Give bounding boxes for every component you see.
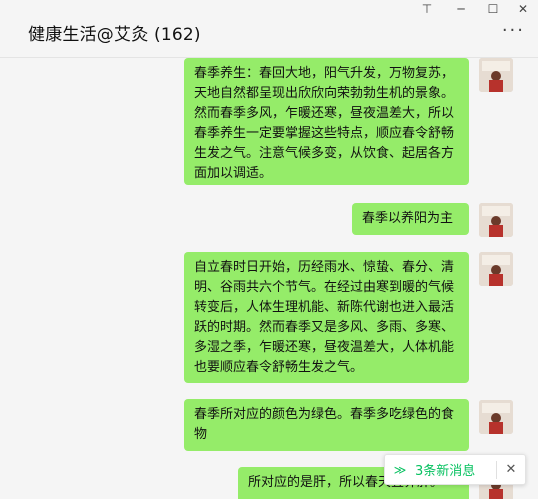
double-chevron-down-icon: ≫: [393, 462, 407, 477]
message-bubble[interactable]: 春季以养阳为主: [352, 203, 469, 235]
avatar[interactable]: [479, 252, 513, 286]
avatar[interactable]: [479, 58, 513, 92]
close-icon[interactable]: ✕: [508, 0, 538, 18]
pin-icon[interactable]: ⊤: [412, 0, 442, 18]
avatar[interactable]: [479, 400, 513, 434]
chat-title: 健康生活@艾灸 (162): [28, 25, 201, 45]
message-bubble[interactable]: 自立春时日开始，历经雨水、惊蛰、春分、清明、谷雨共六个节气。在经过由寒到暖的气候…: [184, 252, 469, 383]
message-bubble[interactable]: 春季养生：春回大地，阳气升发，万物复苏，天地自然都呈现出欣欣向荣勃勃生机的景象。…: [184, 58, 469, 185]
chat-header: 健康生活@艾灸 (162) ⊤ ─ ☐ ✕ ···: [0, 0, 538, 58]
more-options-icon[interactable]: ···: [502, 22, 525, 40]
avatar[interactable]: [479, 203, 513, 237]
minimize-icon[interactable]: ─: [446, 0, 476, 18]
new-messages-notice[interactable]: ≫ 3条新消息 ✕: [384, 454, 526, 485]
new-messages-label[interactable]: 3条新消息: [415, 460, 496, 479]
message-bubble[interactable]: 春季所对应的颜色为绿色。春季多吃绿色的食物: [184, 399, 469, 451]
close-notice-icon[interactable]: ✕: [497, 462, 525, 477]
maximize-icon[interactable]: ☐: [478, 0, 508, 18]
